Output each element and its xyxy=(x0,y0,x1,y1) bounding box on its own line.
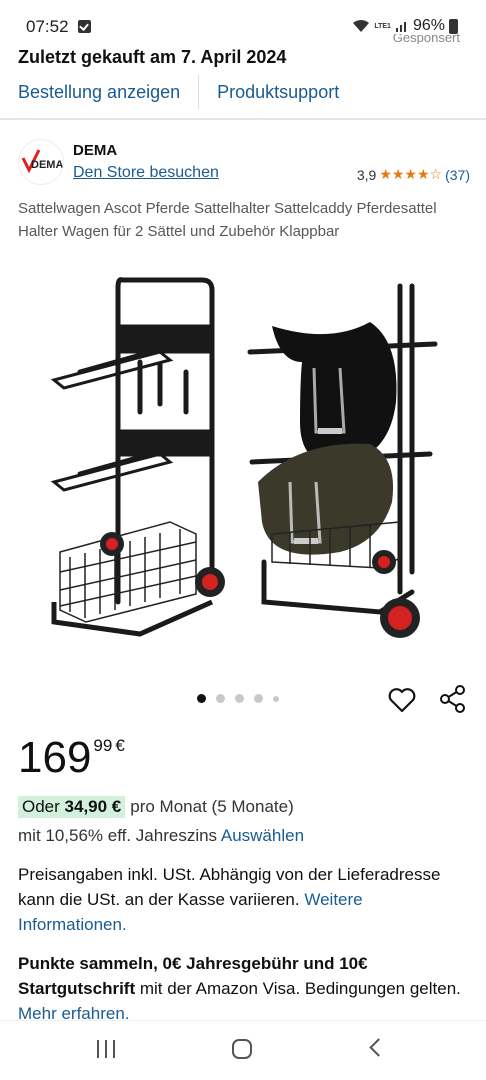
saddle-cart-image xyxy=(50,277,438,638)
promo-text: mit der Amazon Visa. Bedingungen gelten. xyxy=(139,979,461,998)
monthly-payment-badge: Oder 34,90 € xyxy=(18,796,126,818)
price-currency: € xyxy=(115,736,125,755)
tax-info: Preisangaben inkl. USt. Abhängig von der… xyxy=(18,862,470,937)
rating-value: 3,9 xyxy=(356,166,377,183)
order-title: Zuletzt gekauft am 7. April 2024 xyxy=(18,47,287,67)
rating[interactable]: 3,9 ★★★★☆ (37) xyxy=(357,166,470,183)
select-financing-link[interactable]: Auswählen xyxy=(221,826,304,845)
rating-count[interactable]: (37) xyxy=(445,167,470,183)
monthly-suffix: pro Monat (5 Monate) xyxy=(130,797,294,816)
battery-icon xyxy=(449,18,458,34)
back-icon[interactable] xyxy=(369,1038,388,1057)
section-divider xyxy=(0,118,486,120)
product-support-link[interactable]: Produktsupport xyxy=(199,75,357,109)
apr-line: mit 10,56% eff. Jahreszins Auswählen xyxy=(18,826,304,846)
status-icons: LTE1 96% xyxy=(352,17,458,35)
dema-logo-icon: DEMA xyxy=(21,149,63,174)
price-fraction: 99 xyxy=(93,736,113,755)
wifi-icon xyxy=(353,19,370,32)
carousel-dot[interactable] xyxy=(235,694,244,703)
network-label: LTE1 xyxy=(374,22,391,30)
recent-apps-icon[interactable] xyxy=(97,1040,115,1058)
heart-icon xyxy=(388,688,416,713)
signal-icon xyxy=(395,22,406,32)
price-whole: 169 xyxy=(18,733,92,782)
visit-store-link[interactable]: Den Store besuchen xyxy=(73,164,219,182)
apr-text: mit 10,56% eff. Jahreszins xyxy=(18,826,218,845)
system-nav-bar xyxy=(0,1020,486,1080)
brand-row: DEMA DEMA Den Store besuchen 3,9 ★★★★☆ (… xyxy=(18,139,470,187)
carousel-dot[interactable] xyxy=(254,694,263,703)
order-links: Bestellung anzeigen Produktsupport xyxy=(0,74,486,110)
share-button[interactable] xyxy=(437,683,469,715)
visa-promo: Punkte sammeln, 0€ Jahresgebühr und 10€ … xyxy=(18,951,470,1019)
battery-percentage: 96% xyxy=(412,17,445,34)
sponsored-label: Gesponsert xyxy=(392,34,460,44)
svg-text:DEMA: DEMA xyxy=(31,159,63,171)
status-time: 07:52 xyxy=(26,17,69,36)
monthly-prefix: Oder xyxy=(22,797,60,816)
share-icon xyxy=(440,685,465,713)
carousel-dot[interactable] xyxy=(273,695,279,702)
show-order-link[interactable]: Bestellung anzeigen xyxy=(0,75,198,109)
brand-logo[interactable]: DEMA xyxy=(18,139,64,185)
learn-more-link[interactable]: Mehr erfahren. xyxy=(18,1004,130,1019)
star-rating-icon: ★★★★☆ xyxy=(379,166,443,182)
notification-icon xyxy=(78,20,91,33)
home-icon[interactable] xyxy=(232,1039,252,1059)
carousel-dot[interactable] xyxy=(197,694,206,703)
monthly-amount: 34,90 € xyxy=(64,797,122,816)
monthly-payment: Oder 34,90 € pro Monat (5 Monate) xyxy=(18,796,294,818)
product-image[interactable] xyxy=(40,272,450,644)
price: 169 99 € xyxy=(18,730,125,786)
wishlist-button[interactable] xyxy=(386,684,418,716)
tax-text: Preisangaben inkl. USt. Abhängig von der… xyxy=(18,865,441,909)
brand-name: DEMA xyxy=(73,142,118,159)
product-title: Sattelwagen Ascot Pferde Sattelhalter Sa… xyxy=(18,200,437,240)
image-carousel-dots[interactable] xyxy=(197,694,279,703)
carousel-dot[interactable] xyxy=(216,694,225,703)
